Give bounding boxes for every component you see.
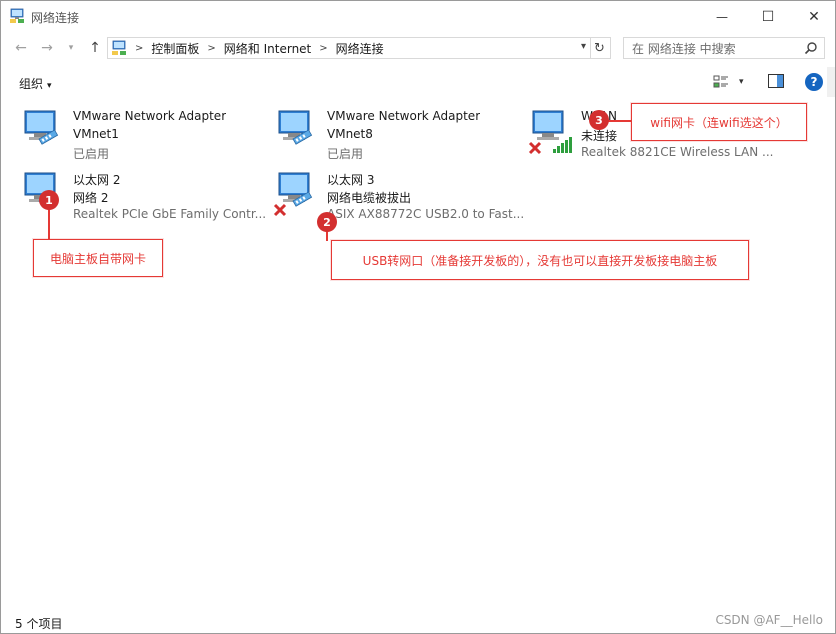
connection-subname: VMnet8 — [327, 127, 373, 141]
connection-device: Realtek PCIe GbE Family Contr... — [73, 207, 267, 221]
connection-device: ASIX AX88772C USB2.0 to Fast... — [327, 207, 523, 221]
address-bar[interactable]: > 控制面板 > 网络和 Internet > 网络连接 ▾ — [107, 37, 591, 59]
search-icon — [804, 42, 817, 55]
breadcrumb-separator-icon: > — [207, 42, 216, 54]
annotation-text-2: USB转网口（准备接开发板的），没有也可以直接开发板接电脑主板 — [362, 253, 718, 268]
connection-subname: 网络 2 — [73, 191, 109, 205]
annotation-badge-2: 2 — [317, 212, 337, 232]
title-bar: 网络连接 — ☐ ✕ — [1, 1, 835, 33]
maximize-icon: ☐ — [761, 9, 775, 25]
connection-item-vmnet1[interactable]: VMware Network Adapter VMnet1 已启用 — [19, 107, 269, 163]
help-icon: ? — [810, 75, 818, 89]
scrollbar-stub — [827, 67, 835, 97]
connection-item-ethernet3[interactable]: 以太网 3 网络电缆被拔出 ASIX AX88772C USB2.0 to Fa… — [273, 169, 523, 225]
navigation-bar: ← → ▾ ↑ > 控制面板 > 网络和 Internet > 网络连接 ▾ ↻… — [1, 33, 835, 63]
error-x-icon — [528, 141, 542, 155]
refresh-button[interactable]: ↻ — [589, 37, 611, 59]
annotation-box-1: 电脑主板自带网卡 — [33, 239, 163, 277]
organize-menu-button[interactable]: 组织 ▾ — [19, 75, 52, 92]
network-adapter-icon — [273, 172, 313, 217]
back-arrow-icon: ← — [15, 40, 27, 56]
breadcrumb-network-internet[interactable]: 网络和 Internet — [224, 40, 311, 57]
connection-name: 以太网 3 — [327, 173, 375, 187]
preview-pane-icon — [768, 74, 784, 88]
address-dropdown-icon[interactable]: ▾ — [581, 41, 586, 52]
chevron-down-icon: ▾ — [68, 43, 74, 53]
annotation-text-3: wifi网卡（连wifi选这个） — [650, 115, 788, 130]
network-connections-window: 网络连接 — ☐ ✕ ← → ▾ ↑ > 控制面板 > 网络和 Internet… — [0, 0, 836, 634]
annotation-box-3: wifi网卡（连wifi选这个） — [631, 103, 807, 141]
breadcrumb-control-panel[interactable]: 控制面板 — [151, 40, 199, 57]
network-connections-icon — [10, 8, 24, 23]
chevron-down-icon: ▾ — [47, 81, 52, 91]
connection-name: VMware Network Adapter — [73, 109, 227, 123]
control-panel-icon — [112, 40, 126, 55]
connection-subname: VMnet1 — [73, 127, 119, 141]
recent-locations-button[interactable]: ▾ — [61, 38, 81, 58]
up-arrow-icon: ↑ — [89, 40, 101, 56]
annotation-badge-1: 1 — [39, 190, 59, 210]
status-bar: 5 个项目 CSDN @AF__Hello — [1, 613, 835, 633]
annotation-text-1: 电脑主板自带网卡 — [49, 251, 146, 266]
forward-button[interactable]: → — [37, 38, 57, 58]
network-adapter-icon — [278, 110, 313, 145]
up-button[interactable]: ↑ — [85, 38, 105, 58]
connection-name: VMware Network Adapter — [327, 109, 481, 123]
search-placeholder: 在 网络连接 中搜索 — [632, 41, 736, 56]
maximize-button[interactable]: ☐ — [745, 1, 791, 33]
breadcrumb-separator-icon: > — [135, 42, 144, 54]
view-options-icon — [713, 75, 728, 88]
help-button[interactable]: ? — [805, 73, 823, 91]
item-count: 5 个项目 — [15, 617, 63, 631]
preview-pane-button[interactable] — [768, 74, 784, 91]
network-adapter-icon — [24, 110, 59, 145]
connection-status: 已启用 — [327, 147, 364, 161]
annotation-box-2: USB转网口（准备接开发板的），没有也可以直接开发板接电脑主板 — [331, 240, 749, 280]
close-button[interactable]: ✕ — [791, 1, 836, 33]
chevron-down-icon[interactable]: ▾ — [739, 77, 744, 87]
minimize-icon: — — [716, 10, 728, 24]
command-bar: 组织 ▾ ▾ ? — [1, 67, 835, 97]
connection-subname: 网络电缆被拔出 — [327, 191, 412, 205]
refresh-icon: ↻ — [594, 40, 605, 56]
watermark: CSDN @AF__Hello — [715, 613, 823, 627]
minimize-button[interactable]: — — [699, 1, 745, 33]
annotation-connector-3 — [607, 120, 633, 122]
error-x-icon — [273, 203, 287, 217]
search-input[interactable]: 在 网络连接 中搜索 — [623, 37, 825, 59]
window-title: 网络连接 — [31, 11, 80, 25]
close-icon: ✕ — [808, 9, 820, 25]
breadcrumb-separator-icon: > — [319, 42, 328, 54]
connection-status: 已启用 — [73, 147, 110, 161]
connection-name: 以太网 2 — [73, 173, 121, 187]
wifi-adapter-icon — [528, 110, 572, 155]
breadcrumb-network-connections[interactable]: 网络连接 — [336, 40, 384, 57]
forward-arrow-icon: → — [41, 40, 53, 56]
organize-label: 组织 — [19, 77, 44, 91]
back-button[interactable]: ← — [11, 38, 31, 58]
annotation-badge-3: 3 — [589, 110, 609, 130]
change-view-button[interactable]: ▾ — [713, 73, 744, 91]
connection-device: Realtek 8821CE Wireless LAN ... — [581, 145, 774, 159]
connection-item-vmnet8[interactable]: VMware Network Adapter VMnet8 已启用 — [273, 107, 523, 163]
annotation-connector-1 — [48, 206, 50, 240]
